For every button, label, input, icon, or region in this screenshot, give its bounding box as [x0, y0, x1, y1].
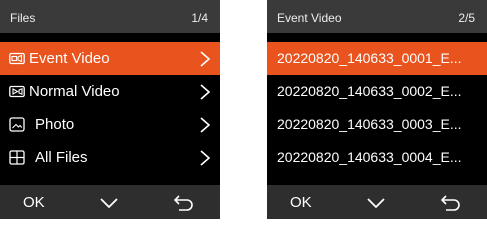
menu-item-label: Event Video: [29, 50, 110, 67]
file-name: 20220820_140633_0004_E...: [277, 149, 462, 165]
event-video-screen: Event Video 2/5 20220820_140633_0001_E..…: [267, 0, 487, 219]
event-video-footer: OK: [267, 185, 487, 219]
file-name: 20220820_140633_0001_E...: [277, 50, 462, 66]
grid-icon: [9, 150, 25, 165]
menu-item-label: Normal Video: [29, 83, 120, 100]
event-video-title: Event Video: [277, 11, 342, 25]
menu-item-photo[interactable]: Photo: [0, 108, 220, 141]
menu-item-normal-video[interactable]: Normal Video: [0, 75, 220, 108]
normal-video-icon: [9, 85, 25, 98]
chevron-down-icon[interactable]: [99, 197, 119, 209]
files-screen: Files 1/4 Event Video Normal Video Photo: [0, 0, 220, 219]
return-arrow-icon[interactable]: [440, 193, 462, 211]
file-row[interactable]: 20220820_140633_0002_E...: [267, 75, 487, 108]
files-footer: OK: [0, 185, 220, 219]
event-video-icon: [9, 52, 25, 65]
file-row[interactable]: 20220820_140633_0003_E...: [267, 108, 487, 141]
ok-button[interactable]: OK: [290, 194, 312, 211]
menu-item-label: Photo: [35, 116, 75, 133]
file-name: 20220820_140633_0003_E...: [277, 116, 462, 132]
files-title: Files: [10, 11, 36, 25]
menu-item-label: All Files: [35, 149, 88, 166]
chevron-right-icon: [200, 150, 211, 166]
ok-button[interactable]: OK: [23, 194, 45, 211]
event-video-header: Event Video 2/5: [267, 0, 487, 33]
chevron-down-icon[interactable]: [366, 197, 386, 209]
chevron-right-icon: [200, 51, 211, 67]
chevron-right-icon: [200, 117, 211, 133]
file-row[interactable]: 20220820_140633_0004_E...: [267, 141, 487, 174]
file-name: 20220820_140633_0002_E...: [277, 83, 462, 99]
file-row[interactable]: 20220820_140633_0001_E...: [267, 42, 487, 75]
chevron-right-icon: [200, 84, 211, 100]
menu-item-event-video[interactable]: Event Video: [0, 42, 220, 75]
menu-item-all-files[interactable]: All Files: [0, 141, 220, 174]
photo-icon: [9, 117, 25, 132]
event-video-page-indicator: 2/5: [458, 11, 475, 25]
files-page-indicator: 1/4: [191, 11, 208, 25]
return-arrow-icon[interactable]: [173, 193, 195, 211]
files-header: Files 1/4: [0, 0, 220, 33]
